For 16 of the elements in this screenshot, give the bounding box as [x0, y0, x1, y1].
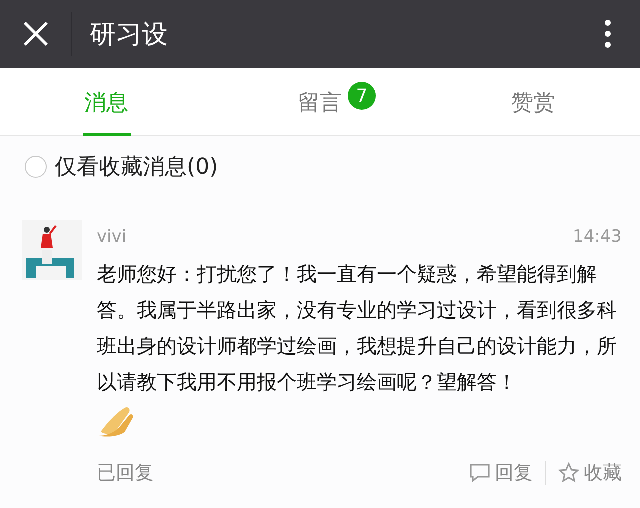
radio-button[interactable] [25, 156, 47, 178]
tab[interactable]: 赞赏 [509, 68, 558, 136]
more-icon[interactable] [604, 19, 612, 49]
sender-name: vivi [97, 227, 127, 247]
count-badge: 7 [348, 82, 376, 110]
star-icon [558, 462, 580, 484]
reply-status: 已回复 [97, 461, 155, 486]
avatar-icon [22, 220, 82, 280]
message-time: 14:43 [573, 227, 622, 247]
comment-icon [469, 462, 491, 484]
favorite-button[interactable]: 收藏 [558, 460, 622, 486]
window-title: 研习设 [90, 18, 169, 52]
reply-button[interactable]: 回复 [469, 460, 533, 486]
message-text: 老师您好：打扰您了！我一直有一个疑惑，希望能得到解答。我属于半路出家，没有专业的学习过设计，看到很多科班出身的设计师都学过绘画，我想提升自己的设计能力，所以请教下我用不用报个班学习绘画呢？望解答！ [97, 261, 618, 396]
filter-label: 仅看收藏消息(0) [55, 154, 218, 182]
close-icon[interactable] [23, 21, 49, 47]
